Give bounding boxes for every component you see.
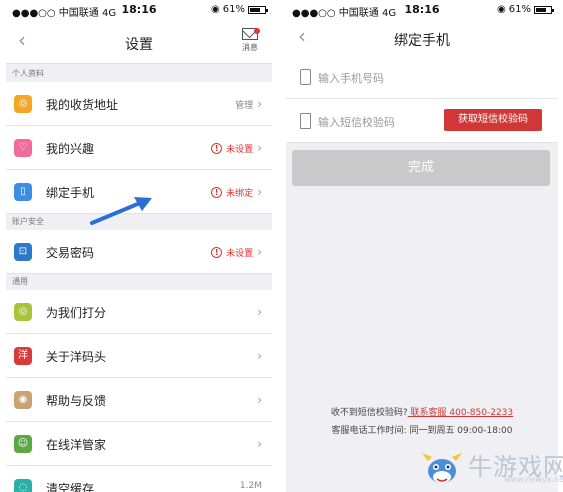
- nav-bar: ‹ 绑定手机: [286, 20, 558, 56]
- settings-row-label: 我的收货地址: [46, 98, 119, 112]
- settings-row-label: 帮助与反馈: [46, 394, 107, 408]
- settings-row[interactable]: ◎ 为我们打分 ›: [6, 290, 272, 334]
- settings-row[interactable]: ☺ 在线洋管家 ›: [6, 422, 272, 466]
- heart-icon: ♡: [14, 139, 32, 157]
- messages-button[interactable]: 消息: [236, 28, 264, 53]
- location-icon: ◎: [14, 95, 32, 113]
- settings-row-label: 为我们打分: [46, 306, 107, 320]
- get-sms-code-button[interactable]: 获取短信校验码: [444, 109, 542, 131]
- chevron-right-icon: ›: [257, 305, 262, 319]
- messages-label: 消息: [242, 43, 258, 52]
- chevron-right-icon: ›: [257, 141, 262, 155]
- contact-service-link[interactable]: 联系客服 400-850-2233: [408, 408, 514, 418]
- settings-row[interactable]: ◌ 清空缓存 1.2M: [6, 466, 272, 492]
- unread-badge: [254, 28, 260, 34]
- settings-screen: ●●●○○ 中国联通 4G 18:16 ◉ 61% ‹ 设置 消息 个人资料 ◎ 我…: [6, 0, 272, 492]
- rotation-lock-icon: ◉: [211, 4, 220, 15]
- watermark: 牛游戏网 www.newyx.net: [420, 445, 563, 492]
- settings-row-status: 1.2M: [240, 481, 262, 491]
- watermark-url: www.newyx.net: [504, 475, 563, 484]
- bind-phone-screen: ●●●○○ 中国联通 4G 18:16 ◉ 61% ‹ 绑定手机 输入手机号码 …: [286, 0, 558, 492]
- battery-icon: [248, 5, 268, 14]
- settings-row[interactable]: ♡ 我的兴趣! 未设置 ›: [6, 126, 272, 170]
- bind-phone-form: 输入手机号码 输入短信校验码 获取短信校验码: [286, 55, 558, 143]
- pointer-arrow-annotation: [90, 197, 152, 225]
- page-title: 设置: [125, 37, 153, 53]
- warning-icon: !: [211, 142, 223, 154]
- battery-icon: [534, 5, 554, 14]
- settings-row-status: ›: [257, 393, 262, 407]
- chevron-right-icon: ›: [257, 245, 262, 259]
- sms-help-text: 收不到短信校验码?: [330, 408, 408, 418]
- status-text: 未设置: [226, 144, 254, 155]
- chevron-right-icon: ›: [257, 393, 262, 407]
- settings-row-status: ›: [257, 437, 262, 451]
- settings-row[interactable]: 洋关于洋码头 ›: [6, 334, 272, 378]
- rotation-lock-icon: ◉: [497, 4, 506, 15]
- status-text: 未设置: [226, 248, 254, 259]
- warning-icon: !: [211, 246, 223, 258]
- status-text: 管理: [235, 100, 254, 111]
- done-button[interactable]: 完成: [292, 150, 550, 186]
- settings-row-status: ›: [257, 349, 262, 363]
- cow-mascot-icon: [422, 453, 462, 483]
- status-text: 未绑定: [226, 188, 254, 199]
- cache-icon: ◌: [14, 479, 32, 492]
- about-icon: 洋: [14, 347, 32, 365]
- settings-row-status: ›: [257, 305, 262, 319]
- rate-icon: ◎: [14, 303, 32, 321]
- settings-row[interactable]: ◎ 我的收货地址 管理 ›: [6, 82, 272, 126]
- sms-code-input[interactable]: 输入短信校验码: [318, 114, 395, 130]
- settings-row-label: 关于洋码头: [46, 350, 107, 364]
- section-header: 个人资料: [6, 66, 272, 82]
- settings-row-label: 绑定手机: [46, 186, 95, 200]
- phone-number-input[interactable]: 输入手机号码: [318, 70, 384, 86]
- battery-percent: 61%: [222, 4, 245, 15]
- chevron-right-icon: ›: [257, 437, 262, 451]
- settings-row-status: ! 未设置 ›: [211, 245, 262, 259]
- service-hours-text: 客服电话工作时间: 同一到周五 09:00-18:00: [331, 426, 513, 436]
- battery-indicator: ◉ 61%: [497, 4, 554, 15]
- status-bar: ●●●○○ 中国联通 4G 18:16 ◉ 61%: [286, 0, 558, 20]
- chevron-right-icon: ›: [257, 349, 262, 363]
- settings-row-label: 我的兴趣: [46, 142, 95, 156]
- settings-row-status: 管理 ›: [235, 97, 262, 111]
- nav-bar: ‹ 设置 消息: [6, 20, 272, 64]
- chevron-right-icon: ›: [257, 185, 262, 199]
- battery-indicator: ◉ 61%: [211, 4, 268, 15]
- sms-code-icon: [300, 113, 311, 129]
- help-text: 收不到短信校验码? 联系客服 400-850-2233 客服电话工作时间: 同一…: [286, 404, 558, 440]
- settings-row-label: 在线洋管家: [46, 438, 107, 452]
- settings-row-status: ! 未设置 ›: [211, 141, 262, 155]
- phone-icon: ▯: [14, 183, 32, 201]
- sms-code-field[interactable]: 输入短信校验码 获取短信校验码: [286, 99, 558, 143]
- warning-icon: !: [211, 186, 223, 198]
- service-icon: ☺: [14, 435, 32, 453]
- phone-number-field[interactable]: 输入手机号码: [286, 55, 558, 99]
- settings-row-label: 清空缓存: [46, 482, 95, 492]
- help-icon: ◉: [14, 391, 32, 409]
- page-title: 绑定手机: [394, 33, 450, 49]
- settings-row[interactable]: ◉ 帮助与反馈 ›: [6, 378, 272, 422]
- status-text: 1.2M: [239, 481, 262, 491]
- lock-icon: ⊡: [14, 243, 32, 261]
- settings-row[interactable]: ⊡ 交易密码! 未设置 ›: [6, 230, 272, 274]
- settings-row-status: ! 未绑定 ›: [211, 185, 262, 199]
- battery-percent: 61%: [508, 4, 531, 15]
- section-header: 通用: [6, 274, 272, 290]
- mobile-phone-icon: [300, 69, 311, 85]
- chevron-right-icon: ›: [257, 97, 262, 111]
- status-bar: ●●●○○ 中国联通 4G 18:16 ◉ 61%: [6, 0, 272, 20]
- settings-row-label: 交易密码: [46, 246, 95, 260]
